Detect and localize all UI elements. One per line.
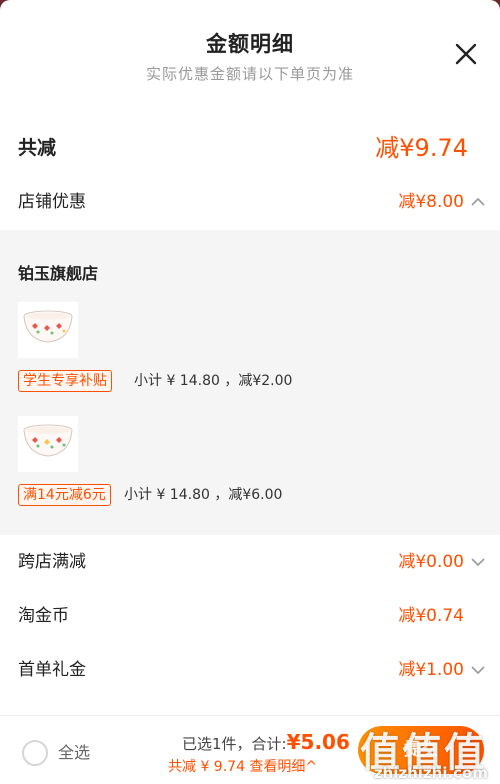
cross-store-label: 跨店满减: [18, 552, 86, 572]
select-all-label[interactable]: 全选: [58, 740, 90, 766]
cross-store-value: 减¥0.00: [398, 552, 464, 572]
list-item: 学生专享补贴 小计 ¥ 14.80 ，减¥2.00: [18, 302, 488, 402]
store-discount-panel: 铂玉旗舰店 学生专享补贴 小计 ¥ 14.80 ，减¥2.00 满14元减6元 …: [0, 230, 500, 535]
promo-tag: 满14元减6元: [18, 484, 111, 506]
total-amount: ¥5.06: [286, 730, 350, 754]
selected-count-text: 已选1件，合计:: [182, 735, 287, 753]
first-order-value: 减¥1.00: [398, 660, 464, 680]
order-summary: 已选1件，合计:¥5.06: [182, 730, 350, 754]
sheet-subtitle: 实际优惠金额请以下单页为准: [145, 65, 354, 83]
product-thumbnail[interactable]: [18, 302, 78, 358]
watermark-domain: zhizhizhi.com: [373, 764, 488, 782]
total-discount-row: 共减 减¥9.74: [0, 122, 500, 174]
shop-discount-value: 减¥8.00: [398, 192, 464, 212]
taojinbi-row: 淘金币 减¥0.74: [0, 590, 500, 642]
sheet-header: 金额明细 实际优惠金额请以下单页为准: [0, 0, 500, 110]
item-subtotal: 小计 ¥ 14.80 ，减¥6.00: [124, 487, 283, 503]
item-subtotal: 小计 ¥ 14.80 ，减¥2.00: [134, 373, 293, 389]
site-watermark: 值值值 zhizhizhi.com: [344, 720, 494, 782]
chevron-down-icon[interactable]: [470, 554, 486, 570]
taojinbi-label: 淘金币: [18, 606, 69, 626]
close-button[interactable]: [452, 40, 480, 68]
total-discount-value: 减¥9.74: [375, 134, 468, 162]
first-order-gift-row[interactable]: 首单礼金 减¥1.00: [0, 644, 500, 696]
shop-discount-label: 店铺优惠: [18, 192, 86, 212]
first-order-label: 首单礼金: [18, 660, 86, 680]
close-icon: [455, 43, 477, 65]
total-discount-label: 共减: [18, 137, 57, 159]
store-name: 铂玉旗舰店: [18, 264, 99, 283]
product-thumbnail[interactable]: [18, 416, 78, 472]
list-item: 满14元减6元 小计 ¥ 14.80 ，减¥6.00: [18, 416, 488, 516]
view-details-link[interactable]: 共减 ¥ 9.74 查看明细^: [168, 756, 317, 776]
select-all-checkbox[interactable]: [22, 740, 48, 766]
shop-discount-row[interactable]: 店铺优惠 减¥8.00: [0, 176, 500, 228]
cross-store-discount-row[interactable]: 跨店满减 减¥0.00: [0, 536, 500, 588]
chevron-down-icon[interactable]: [470, 662, 486, 678]
chevron-up-icon[interactable]: [470, 194, 486, 210]
taojinbi-value: 减¥0.74: [398, 606, 464, 626]
amount-detail-sheet: 金额明细 实际优惠金额请以下单页为准 共减 减¥9.74 店铺优惠 减¥8.00…: [0, 0, 500, 784]
sheet-title: 金额明细: [206, 32, 294, 56]
promo-tag: 学生专享补贴: [18, 370, 112, 392]
